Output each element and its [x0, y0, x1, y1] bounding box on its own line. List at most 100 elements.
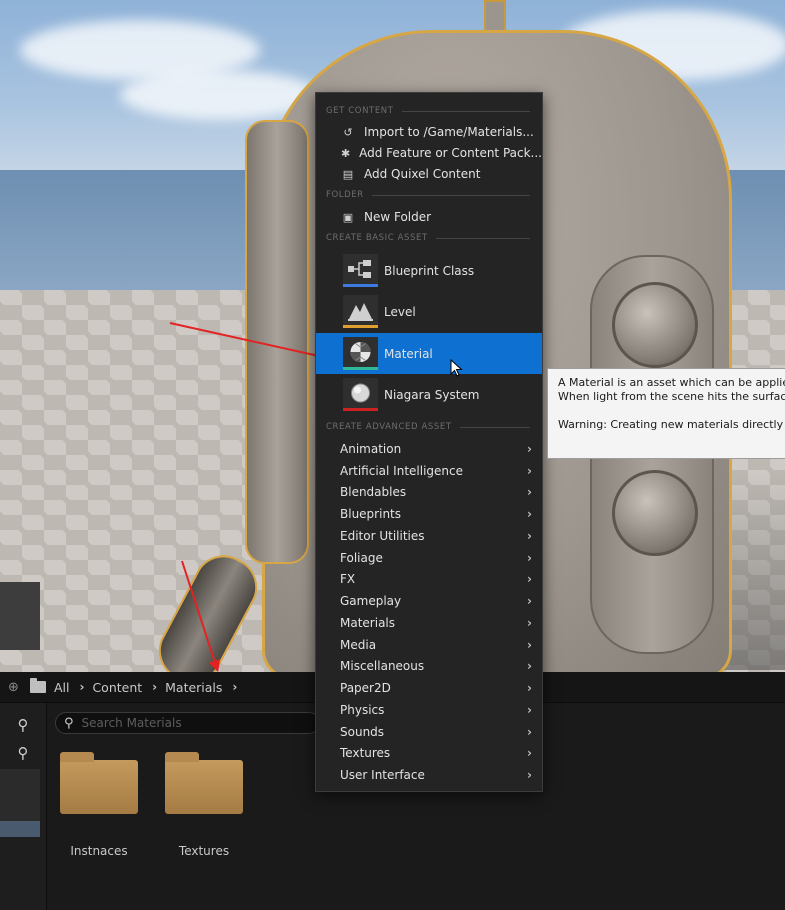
robot-lower-light[interactable]: [612, 470, 698, 556]
section-header-folder: FOLDER: [326, 189, 530, 201]
submenu-user-interface[interactable]: User Interface ›: [316, 764, 542, 786]
folder-icon: [60, 752, 138, 814]
sources-list-selected[interactable]: [0, 821, 40, 837]
folder-icon[interactable]: [30, 678, 46, 693]
submenu-sounds[interactable]: Sounds ›: [316, 721, 542, 743]
submenu-label: Physics: [340, 702, 385, 717]
level-icon: [343, 295, 378, 328]
menu-item-add-quixel[interactable]: ▤ Add Quixel Content: [316, 164, 542, 184]
submenu-gameplay[interactable]: Gameplay ›: [316, 590, 542, 612]
submenu-textures[interactable]: Textures ›: [316, 743, 542, 765]
submenu-label: Miscellaneous: [340, 659, 425, 674]
submenu-label: Textures: [340, 746, 391, 761]
chevron-right-icon: ›: [527, 637, 532, 652]
tooltip-line: A Material is an asset which can be appl…: [558, 376, 785, 389]
folder-label: Textures: [178, 844, 230, 858]
breadcrumb-content[interactable]: Content: [92, 680, 142, 695]
chevron-right-icon: ›: [527, 681, 532, 696]
submenu-label: Artificial Intelligence: [340, 463, 463, 478]
submenu-label: Media: [340, 637, 377, 652]
menu-item-level[interactable]: Level: [316, 291, 542, 332]
submenu-label: Foliage: [340, 550, 383, 565]
submenu-materials[interactable]: Materials ›: [316, 612, 542, 634]
chevron-right-icon: ›: [527, 572, 532, 587]
material-icon: [343, 337, 378, 370]
breadcrumb-separator[interactable]: ›: [152, 680, 157, 694]
chevron-right-icon: ›: [527, 659, 532, 674]
chevron-right-icon: ›: [527, 550, 532, 565]
menu-item-label: Add Quixel Content: [364, 167, 481, 181]
section-title: CREATE BASIC ASSET: [326, 233, 428, 243]
submenu-physics[interactable]: Physics ›: [316, 699, 542, 721]
chevron-right-icon: ›: [527, 441, 532, 456]
search-icon[interactable]: ⚲: [0, 711, 46, 739]
submenu-label: Animation: [340, 441, 402, 456]
search-input[interactable]: [79, 715, 294, 731]
chevron-right-icon: ›: [527, 507, 532, 522]
section-header-create-basic-asset: CREATE BASIC ASSET: [326, 232, 530, 244]
menu-item-blueprint-class[interactable]: Blueprint Class: [316, 250, 542, 291]
folder-icon: [165, 752, 243, 814]
chevron-right-icon: ›: [527, 594, 532, 609]
robot-upper-light[interactable]: [612, 282, 698, 368]
tooltip-warning: Warning: Creating new materials directly…: [558, 418, 785, 431]
chevron-right-icon: ›: [527, 724, 532, 739]
submenu-label: Blendables: [340, 485, 407, 500]
section-header-get-content: GET CONTENT: [326, 105, 530, 117]
breadcrumb-all[interactable]: All: [54, 680, 70, 695]
submenu-artificial-intelligence[interactable]: Artificial Intelligence ›: [316, 460, 542, 482]
breadcrumb-materials[interactable]: Materials: [165, 680, 222, 695]
menu-item-label: New Folder: [364, 210, 432, 224]
submenu-media[interactable]: Media ›: [316, 634, 542, 656]
submenu-blueprints[interactable]: Blueprints ›: [316, 503, 542, 525]
niagara-icon: [343, 378, 378, 411]
submenu-editor-utilities[interactable]: Editor Utilities ›: [316, 525, 542, 547]
submenu-animation[interactable]: Animation ›: [316, 438, 542, 460]
chevron-right-icon: ›: [527, 746, 532, 761]
menu-item-material[interactable]: Material: [316, 333, 542, 377]
folder-item-textures[interactable]: Textures: [162, 752, 246, 858]
menu-item-label: Blueprint Class: [384, 263, 475, 278]
submenu-blendables[interactable]: Blendables ›: [316, 482, 542, 504]
search-materials-field[interactable]: ⚲: [55, 712, 320, 734]
submenu-label: Sounds: [340, 724, 385, 739]
sources-panel: ⚲ ⚲: [0, 703, 47, 910]
submenu-label: Materials: [340, 615, 396, 630]
feature-pack-icon: ✱: [340, 146, 351, 160]
folder-item-instnaces[interactable]: Instnaces: [57, 752, 141, 858]
menu-item-label: Level: [384, 304, 416, 319]
menu-item-import[interactable]: ↺ Import to /Game/Materials...: [316, 122, 542, 142]
submenu-label: FX: [340, 572, 356, 587]
viewport-overlay-panel: [0, 582, 40, 650]
section-header-create-advanced-asset: CREATE ADVANCED ASSET: [326, 421, 530, 433]
submenu-paper2d[interactable]: Paper2D ›: [316, 677, 542, 699]
chevron-right-icon: ›: [527, 463, 532, 478]
breadcrumb-separator[interactable]: ›: [232, 680, 237, 694]
search-icon: ⚲: [64, 715, 74, 731]
menu-item-add-feature-pack[interactable]: ✱ Add Feature or Content Pack...: [316, 143, 542, 163]
history-icon[interactable]: ⊕: [8, 680, 22, 695]
folder-label: Instnaces: [70, 844, 128, 858]
quixel-icon: ▤: [342, 167, 354, 181]
menu-item-label: Import to /Game/Materials...: [364, 125, 534, 139]
submenu-foliage[interactable]: Foliage ›: [316, 547, 542, 569]
breadcrumb-separator[interactable]: ›: [80, 680, 85, 694]
tooltip-spacer: [558, 404, 785, 418]
submenu-label: Blueprints: [340, 507, 402, 522]
menu-item-new-folder[interactable]: ▣ New Folder: [316, 207, 542, 227]
submenu-fx[interactable]: FX ›: [316, 569, 542, 591]
chevron-right-icon: ›: [527, 528, 532, 543]
chevron-right-icon: ›: [527, 615, 532, 630]
menu-item-label: Material: [384, 346, 433, 361]
menu-item-niagara-system[interactable]: Niagara System: [316, 374, 542, 415]
add-new-context-menu: GET CONTENT ↺ Import to /Game/Materials.…: [315, 92, 543, 792]
search-icon[interactable]: ⚲: [0, 739, 46, 767]
new-folder-icon: ▣: [342, 210, 354, 224]
section-title: CREATE ADVANCED ASSET: [326, 422, 452, 432]
submenu-miscellaneous[interactable]: Miscellaneous ›: [316, 656, 542, 678]
submenu-label: Gameplay: [340, 594, 402, 609]
submenu-label: Paper2D: [340, 681, 391, 696]
import-icon: ↺: [343, 125, 353, 139]
section-title: FOLDER: [326, 190, 364, 200]
material-tooltip: A Material is an asset which can be appl…: [547, 368, 785, 459]
